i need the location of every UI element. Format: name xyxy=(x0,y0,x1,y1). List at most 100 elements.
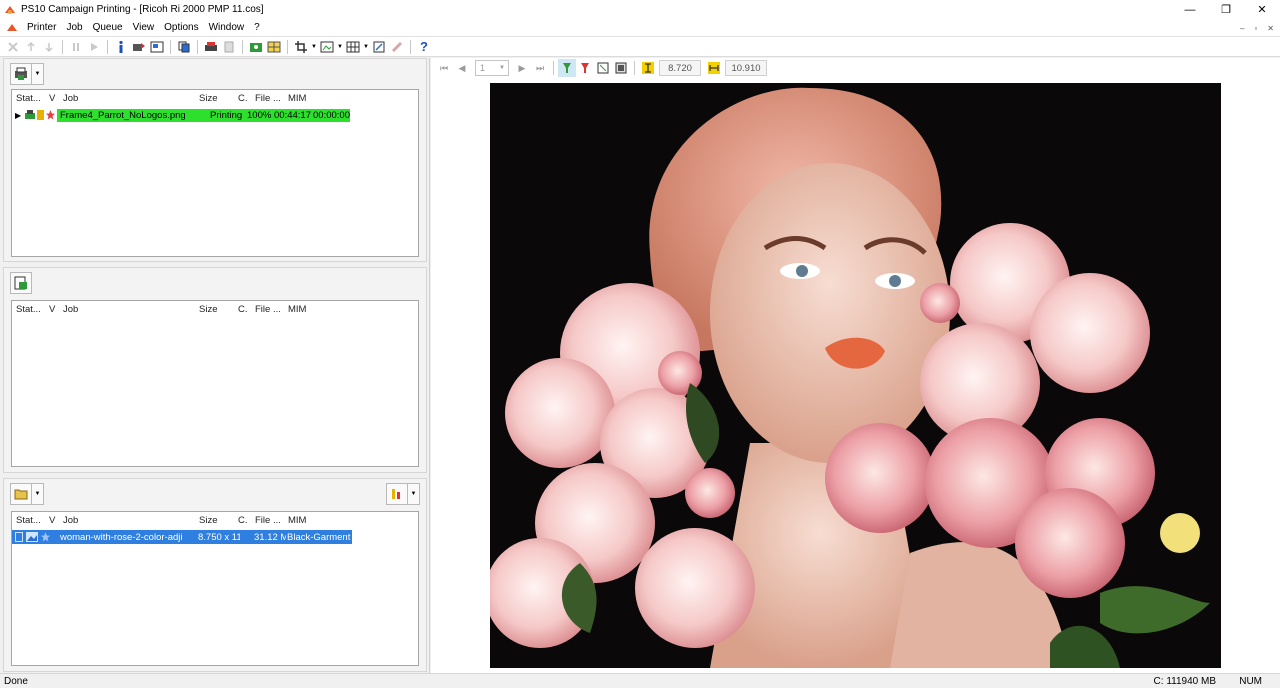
delete-icon[interactable] xyxy=(220,38,238,56)
printer-queue-dropdown[interactable]: ▼ xyxy=(32,63,44,85)
tile-icon[interactable] xyxy=(318,38,336,56)
toolbar-separator xyxy=(197,39,198,54)
job-name: Frame4_Parrot_NoLogos.png xyxy=(60,110,186,121)
cancel-icon[interactable] xyxy=(4,38,22,56)
col-file[interactable]: File ... xyxy=(255,515,281,526)
width-icon[interactable] xyxy=(705,59,723,77)
copy-icon[interactable] xyxy=(175,38,193,56)
col-c[interactable]: C. xyxy=(238,515,248,526)
col-c[interactable]: C. xyxy=(238,304,248,315)
table-row[interactable]: woman-with-rose-2-color-adji 8.750 x 11 … xyxy=(12,530,352,544)
send-icon[interactable] xyxy=(130,38,148,56)
menu-job[interactable]: Job xyxy=(61,22,87,33)
hold-queue-list[interactable]: Stat... V Job Size C. File ... MIM xyxy=(11,300,419,467)
play-icon[interactable] xyxy=(85,38,103,56)
move-down-icon[interactable] xyxy=(40,38,58,56)
printer-queue-button[interactable] xyxy=(10,63,32,85)
erase-icon[interactable] xyxy=(388,38,406,56)
view-color-icon[interactable] xyxy=(576,59,594,77)
col-v[interactable]: V xyxy=(49,304,55,315)
col-file[interactable]: File ... xyxy=(255,304,281,315)
col-mim[interactable]: MIM xyxy=(288,93,306,104)
col-size[interactable]: Size xyxy=(199,304,217,315)
job-list[interactable]: Stat... V Job Size C. File ... MIM woman… xyxy=(11,511,419,666)
height-field[interactable]: 8.720 xyxy=(659,60,701,76)
job-list-section: ▼ ▼ Stat... V Job Size C. File ... MIM w… xyxy=(3,478,427,672)
mdi-minimize-button[interactable]: – xyxy=(1240,24,1244,33)
toolbar-separator xyxy=(242,39,243,54)
color-icon[interactable] xyxy=(247,38,265,56)
col-mim[interactable]: MIM xyxy=(288,515,306,526)
layout-icon[interactable] xyxy=(148,38,166,56)
hold-queue-section: Stat... V Job Size C. File ... MIM xyxy=(3,267,427,473)
grid-icon[interactable] xyxy=(344,38,362,56)
close-button[interactable]: ✕ xyxy=(1244,0,1280,19)
last-page-icon[interactable]: ⏭ xyxy=(531,59,549,77)
crop-dropdown[interactable]: ▼ xyxy=(310,38,318,56)
col-c[interactable]: C. xyxy=(238,93,248,104)
col-mim[interactable]: MIM xyxy=(288,304,306,315)
folder-dropdown[interactable]: ▼ xyxy=(32,483,44,505)
menu-queue[interactable]: Queue xyxy=(88,22,128,33)
col-status[interactable]: Stat... xyxy=(16,515,41,526)
job-file-size: 31.12 M xyxy=(254,531,286,543)
pause-icon[interactable] xyxy=(67,38,85,56)
toolbar-separator xyxy=(553,61,554,75)
checkbox-icon[interactable] xyxy=(15,532,23,542)
table-row[interactable]: ▶ Frame4_Parrot_NoLogos.png Printing 100… xyxy=(12,109,352,122)
tile-dropdown[interactable]: ▼ xyxy=(336,38,344,56)
width-field[interactable]: 10.910 xyxy=(725,60,767,76)
view-layout-icon[interactable] xyxy=(612,59,630,77)
height-icon[interactable] xyxy=(639,59,657,77)
prev-page-icon[interactable]: ◀ xyxy=(453,59,471,77)
preview-image[interactable] xyxy=(490,83,1221,668)
hold-queue-button[interactable] xyxy=(10,272,32,294)
next-page-icon[interactable]: ▶ xyxy=(513,59,531,77)
menu-printer[interactable]: Printer xyxy=(22,22,61,33)
status-text: Done xyxy=(4,675,28,687)
view-fit-icon[interactable] xyxy=(558,59,576,77)
col-size[interactable]: Size xyxy=(199,515,217,526)
menu-options[interactable]: Options xyxy=(159,22,203,33)
resize-icon[interactable] xyxy=(370,38,388,56)
page-number-field[interactable]: 1 ▼ xyxy=(475,60,509,76)
woman-with-roses-image xyxy=(490,83,1221,668)
col-v[interactable]: V xyxy=(49,93,55,104)
document-icon[interactable] xyxy=(6,22,18,34)
col-job[interactable]: Job xyxy=(63,515,78,526)
col-v[interactable]: V xyxy=(49,515,55,526)
sort-dropdown[interactable]: ▼ xyxy=(408,483,420,505)
help-icon[interactable]: ? xyxy=(415,38,433,56)
col-status[interactable]: Stat... xyxy=(16,304,41,315)
folder-button[interactable] xyxy=(10,483,32,505)
grid-dropdown[interactable]: ▼ xyxy=(362,38,370,56)
mdi-restore-button[interactable]: ▫ xyxy=(1254,24,1257,33)
menu-window[interactable]: Window xyxy=(204,22,250,33)
job-name: woman-with-rose-2-color-adji xyxy=(60,531,183,543)
maximize-button[interactable]: ❐ xyxy=(1208,0,1244,19)
move-up-icon[interactable] xyxy=(22,38,40,56)
toolbar-separator xyxy=(410,39,411,54)
col-size[interactable]: Size xyxy=(199,93,217,104)
menu-help[interactable]: ? xyxy=(249,22,265,33)
menu-view[interactable]: View xyxy=(128,22,160,33)
expand-arrow-icon[interactable]: ▶ xyxy=(15,111,21,120)
toolbar-separator xyxy=(107,39,108,54)
print-queue-list[interactable]: Stat... V Job Size C. File ... MIM ▶ Fra… xyxy=(11,89,419,257)
toolbar-separator xyxy=(634,61,635,75)
minimize-button[interactable]: — xyxy=(1172,0,1208,19)
col-job[interactable]: Job xyxy=(63,304,78,315)
view-page-icon[interactable] xyxy=(594,59,612,77)
col-file[interactable]: File ... xyxy=(255,93,281,104)
print-icon[interactable] xyxy=(202,38,220,56)
column-headers: Stat... V Job Size C. File ... MIM xyxy=(12,304,352,318)
crop-icon[interactable] xyxy=(292,38,310,56)
first-page-icon[interactable]: ⏮ xyxy=(435,59,453,77)
chevron-down-icon[interactable]: ▼ xyxy=(499,65,505,71)
nest-icon[interactable] xyxy=(265,38,283,56)
sort-button[interactable] xyxy=(386,483,408,505)
col-status[interactable]: Stat... xyxy=(16,93,41,104)
mdi-close-button[interactable]: ✕ xyxy=(1267,24,1274,33)
col-job[interactable]: Job xyxy=(63,93,78,104)
info-icon[interactable] xyxy=(112,38,130,56)
